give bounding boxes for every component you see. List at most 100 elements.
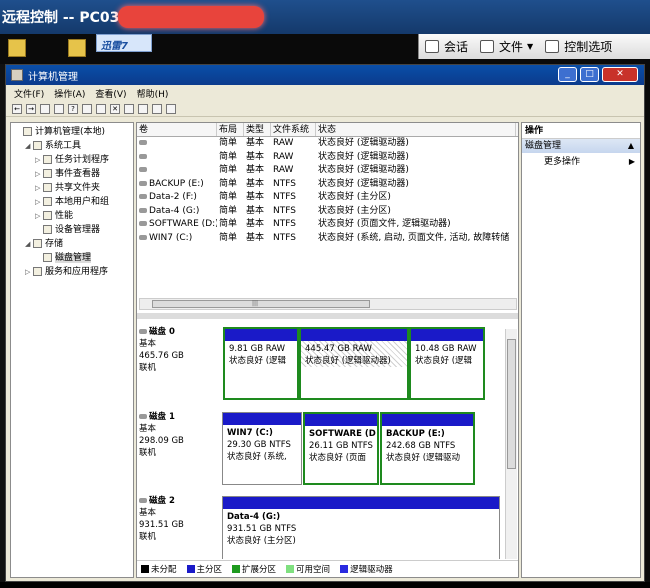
horizontal-scrollbar[interactable]: ||| xyxy=(139,298,517,310)
partition-status: 状态良好 (逻辑驱动 xyxy=(386,453,461,463)
partition-block[interactable]: 9.81 GB RAW 状态良好 (逻辑 xyxy=(223,327,299,400)
legend-item: 扩展分区 xyxy=(232,563,281,575)
tree-item[interactable]: ▷ 任务计划程序 xyxy=(11,153,133,167)
volume-cell-text: 状态良好 (逻辑驱动器) xyxy=(318,151,409,162)
disk-label[interactable]: 磁盘 0 基本 465.76 GB 联机 xyxy=(139,326,223,374)
menu-file[interactable]: 文件(F) xyxy=(14,87,44,100)
volume-cell: 基本 xyxy=(244,232,271,246)
refresh-icon[interactable] xyxy=(96,103,106,114)
search-icon[interactable] xyxy=(152,103,162,114)
checklist-icon[interactable] xyxy=(166,103,176,114)
expand-icon[interactable]: ◢ xyxy=(25,139,33,153)
partition-name: Data-4 (G:) xyxy=(227,512,281,522)
disk-icon xyxy=(139,329,147,334)
volume-cell-text: NTFS xyxy=(273,178,296,189)
expand-icon[interactable]: ▷ xyxy=(35,209,43,223)
partition-block[interactable]: SOFTWARE (D 26.11 GB NTFS 状态良好 (页面 xyxy=(303,412,379,485)
volume-row[interactable]: 简单 基本 RAW 状态良好 (逻辑驱动器) xyxy=(137,151,518,165)
thunder-badge[interactable]: 迅雷7 xyxy=(96,34,152,52)
volume-cell-text: 状态良好 (系统, 启动, 页面文件, 活动, 故障转储 xyxy=(318,232,510,243)
volume-row[interactable]: BACKUP (E:) 简单 基本 NTFS 状态良好 (逻辑驱动器) xyxy=(137,178,518,192)
tree-item[interactable]: ▷ 性能 xyxy=(11,209,133,223)
column-volume[interactable]: 卷 xyxy=(137,123,217,136)
session-button[interactable]: 会话 xyxy=(419,35,474,59)
tree-item[interactable]: 磁盘管理 xyxy=(11,251,133,265)
tree-item[interactable]: ◢ 系统工具 xyxy=(11,139,133,153)
volume-cell xyxy=(137,137,217,151)
partition-type-band xyxy=(305,414,377,426)
partition-block[interactable]: WIN7 (C:) 29.30 GB NTFS 状态良好 (系统, xyxy=(222,412,302,485)
volume-cell-text: 状态良好 (逻辑驱动器) xyxy=(318,138,409,148)
properties-icon[interactable] xyxy=(82,103,92,114)
folder-icon[interactable] xyxy=(8,39,26,57)
partition-status: 状态良好 (逻辑 xyxy=(229,356,287,366)
column-type[interactable]: 类型 xyxy=(244,123,271,136)
up-icon[interactable] xyxy=(40,103,50,114)
volume-row[interactable]: 简单 基本 RAW 状态良好 (逻辑驱动器) xyxy=(137,137,518,151)
legend-label: 可用空间 xyxy=(296,564,331,575)
forward-icon[interactable]: → xyxy=(26,103,36,114)
scroll-thumb[interactable] xyxy=(152,300,370,308)
volume-cell: 简单 xyxy=(217,218,244,232)
volume-row[interactable]: Data-4 (G:) 简单 基本 NTFS 状态良好 (主分区) xyxy=(137,205,518,219)
volume-cell-text: 状态良好 (主分区) xyxy=(318,192,391,202)
collapse-icon[interactable]: ▲ xyxy=(628,139,634,153)
show-tree-icon[interactable] xyxy=(54,103,64,114)
expand-icon[interactable]: ▷ xyxy=(35,181,43,195)
menu-help[interactable]: 帮助(H) xyxy=(137,87,169,100)
node-icon xyxy=(43,169,52,178)
expand-icon[interactable]: ◢ xyxy=(25,237,33,251)
menu-view[interactable]: 查看(V) xyxy=(95,87,126,100)
open-icon[interactable] xyxy=(138,103,148,114)
tree-item[interactable]: ◢ 存储 xyxy=(11,237,133,251)
help-icon[interactable]: ? xyxy=(68,103,78,114)
maximize-button[interactable]: □ xyxy=(580,67,599,82)
volume-row[interactable]: WIN7 (C:) 简单 基本 NTFS 状态良好 (系统, 启动, 页面文件, 活动,… xyxy=(137,232,518,246)
tree-item[interactable]: 设备管理器 xyxy=(11,223,133,237)
node-icon xyxy=(43,253,52,262)
actions-section[interactable]: 磁盘管理 ▲ xyxy=(522,139,640,153)
volume-cell xyxy=(137,151,217,165)
partition-block[interactable]: BACKUP (E:) 242.68 GB NTFS 状态良好 (逻辑驱动 xyxy=(380,412,475,485)
window-titlebar[interactable]: 计算机管理 _ □ ✕ xyxy=(6,65,644,85)
partition-block[interactable]: 445.47 GB RAW 状态良好 (逻辑驱动器) xyxy=(299,327,409,400)
close-button[interactable]: ✕ xyxy=(602,67,638,82)
menu-action[interactable]: 操作(A) xyxy=(54,87,85,100)
column-layout[interactable]: 布局 xyxy=(217,123,244,136)
tree-item[interactable]: ▷ 服务和应用程序 xyxy=(11,265,133,279)
expand-icon[interactable]: ▷ xyxy=(35,195,43,209)
drive-icon xyxy=(139,234,147,240)
minimize-button[interactable]: _ xyxy=(558,67,577,82)
disk-label[interactable]: 磁盘 1 基本 298.09 GB 联机 xyxy=(139,411,223,459)
delete-icon[interactable]: ✕ xyxy=(110,103,120,114)
tree-item[interactable]: ▷ 本地用户和组 xyxy=(11,195,133,209)
save-icon[interactable] xyxy=(124,103,134,114)
partition-block[interactable]: Data-4 (G:) 931.51 GB NTFS 状态良好 (主分区) xyxy=(222,496,500,559)
more-actions[interactable]: 更多操作 ▶ xyxy=(522,153,640,171)
partition-block[interactable]: 10.48 GB RAW 状态良好 (逻辑 xyxy=(409,327,485,400)
tree-item[interactable]: 计算机管理(本地) xyxy=(11,125,133,139)
disk-label[interactable]: 磁盘 2 基本 931.51 GB 联机 xyxy=(139,495,223,543)
vertical-scrollbar[interactable] xyxy=(505,329,517,559)
expand-icon[interactable]: ▷ xyxy=(25,265,33,279)
scroll-thumb[interactable] xyxy=(507,339,516,469)
expand-icon[interactable]: ▷ xyxy=(35,167,43,181)
volume-row[interactable]: Data-2 (F:) 简单 基本 NTFS 状态良好 (主分区) xyxy=(137,191,518,205)
folder-icon[interactable] xyxy=(68,39,86,57)
control-options-button[interactable]: 控制选项 xyxy=(539,35,618,59)
tree-item[interactable]: ▷ 事件查看器 xyxy=(11,167,133,181)
partition-name: BACKUP (E:) xyxy=(386,429,445,439)
file-button[interactable]: 文件 ▼ xyxy=(474,35,539,59)
volume-cell: 基本 xyxy=(244,137,271,151)
volume-row[interactable]: 简单 基本 RAW 状态良好 (逻辑驱动器) xyxy=(137,164,518,178)
expand-icon[interactable]: ▷ xyxy=(35,153,43,167)
column-filesystem[interactable]: 文件系统 xyxy=(271,123,316,136)
partition-type-band xyxy=(382,414,473,426)
tree-item[interactable]: ▷ 共享文件夹 xyxy=(11,181,133,195)
column-status[interactable]: 状态 xyxy=(316,123,516,136)
volume-row[interactable]: SOFTWARE (D:) 简单 基本 NTFS 状态良好 (页面文件, 逻辑驱动器) xyxy=(137,218,518,232)
volume-cell-text: 状态良好 (主分区) xyxy=(318,205,391,216)
volume-cell-text: 简单 xyxy=(219,178,238,189)
back-icon[interactable]: ← xyxy=(12,103,22,114)
partition-type-band xyxy=(225,329,297,341)
